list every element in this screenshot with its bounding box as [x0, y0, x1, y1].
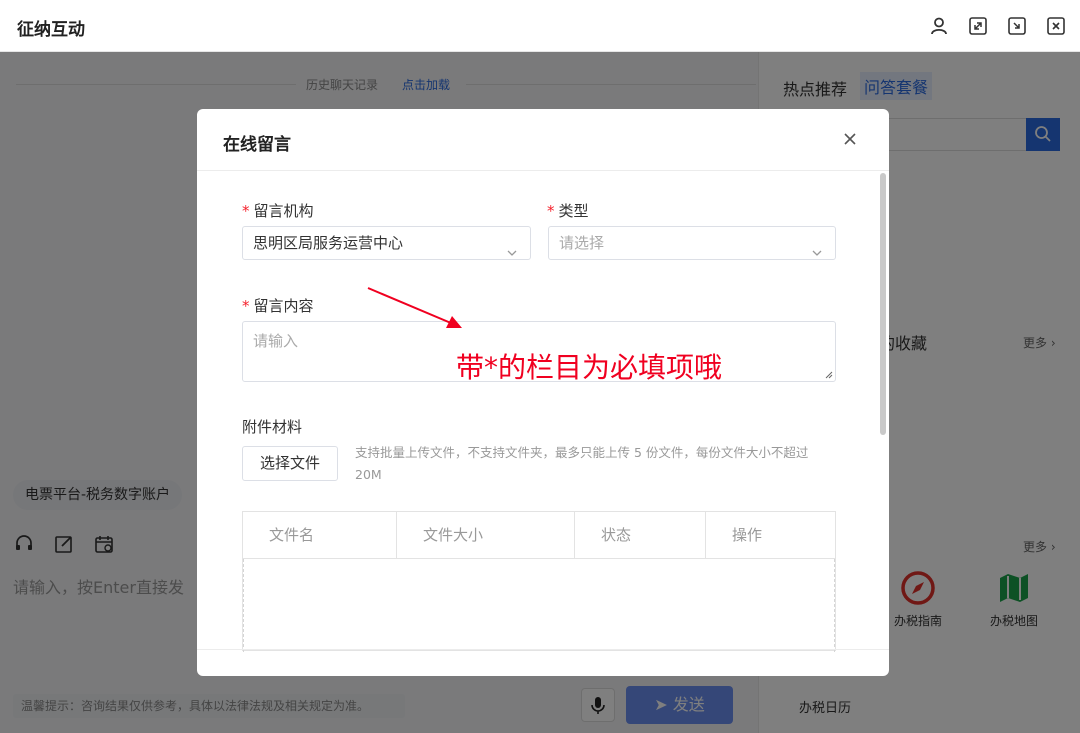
- message-dialog: 在线留言 * 留言机构 思明区局服务运营中心 * 类型 请选择 * 留言内容 请输入 …: [197, 109, 889, 676]
- user-icon[interactable]: [929, 16, 949, 36]
- select-file-button[interactable]: 选择文件: [242, 446, 338, 481]
- column-header: 操作: [732, 526, 763, 544]
- annotation-arrow-icon: [367, 287, 462, 328]
- attach-label: 附件材料: [242, 418, 303, 436]
- upload-hint: 支持批量上传文件，不支持文件夹，最多只能上传 5 份文件，每份文件大小不超过20…: [355, 445, 809, 482]
- column-header: 文件名: [243, 512, 397, 558]
- required-annotation: 带*的栏目为必填项哦: [456, 351, 723, 384]
- chevron-down-icon: [506, 238, 518, 256]
- type-label: * 类型: [547, 202, 589, 220]
- org-select[interactable]: 思明区局服务运营中心: [242, 226, 531, 260]
- org-label: * 留言机构: [242, 202, 314, 220]
- type-select[interactable]: 请选择: [548, 226, 836, 260]
- dialog-footer-divider: [197, 649, 889, 650]
- expand-icon[interactable]: [968, 16, 988, 36]
- minimize-to-panel-icon[interactable]: [1007, 16, 1027, 36]
- file-table: 文件名 文件大小 状态 操作: [242, 511, 836, 652]
- dialog-title: 在线留言: [223, 135, 291, 155]
- dialog-header: 在线留言: [197, 109, 889, 171]
- window-title: 征纳互动: [17, 20, 85, 40]
- dialog-scrollbar[interactable]: [880, 171, 886, 649]
- content-label: * 留言内容: [242, 297, 314, 315]
- close-window-icon[interactable]: [1046, 16, 1066, 36]
- org-select-value: 思明区局服务运营中心: [253, 234, 404, 252]
- content-placeholder: 请输入: [253, 332, 299, 350]
- close-icon[interactable]: [842, 131, 858, 147]
- column-header: 文件大小: [397, 512, 575, 558]
- file-drop-area[interactable]: [243, 559, 835, 652]
- column-header: 状态: [575, 512, 706, 558]
- chevron-down-icon: [811, 238, 823, 256]
- type-select-placeholder: 请选择: [559, 234, 605, 252]
- scrollbar-thumb[interactable]: [880, 173, 886, 435]
- title-bar: 征纳互动: [0, 0, 1080, 52]
- resize-handle-icon[interactable]: [824, 370, 833, 379]
